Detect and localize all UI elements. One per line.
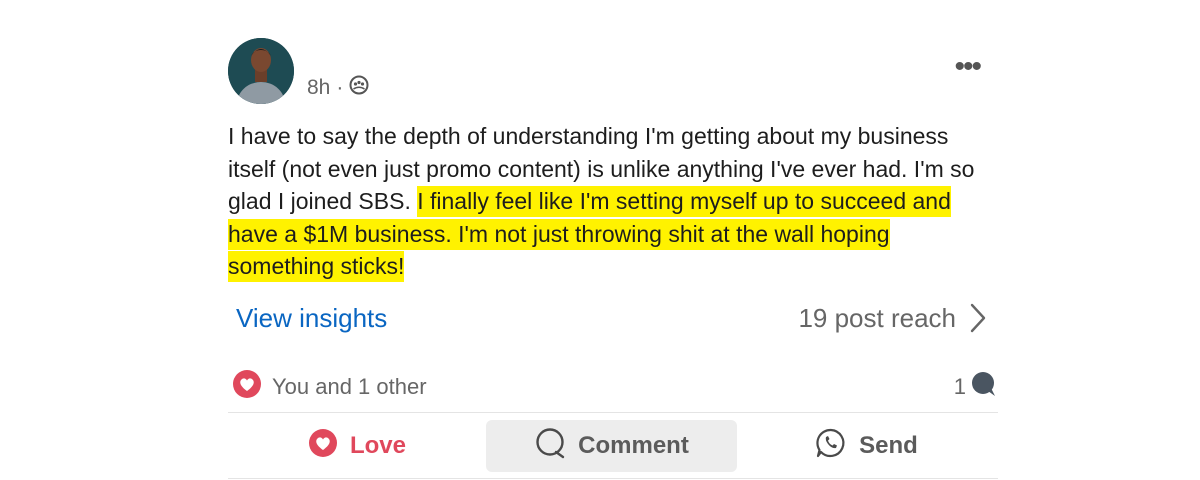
divider <box>228 412 998 413</box>
meta-separator: · <box>336 76 344 99</box>
reactions-text: You and 1 other <box>272 374 427 399</box>
comments-count-value: 1 <box>953 374 966 399</box>
action-bar: Love Comment Send <box>228 420 998 472</box>
chevron-right-icon <box>970 303 986 333</box>
comments-count[interactable]: 1 <box>954 371 996 403</box>
post-card: 8h · ••• I have to say the depth of unde… <box>228 38 998 480</box>
heart-icon <box>232 369 262 405</box>
post-body: I have to say the depth of understanding… <box>228 120 998 283</box>
post-reach-button[interactable]: 19 post reach <box>798 303 986 334</box>
group-icon <box>349 75 369 101</box>
avatar-image <box>228 38 294 104</box>
insights-row: View insights 19 post reach <box>236 300 986 336</box>
whatsapp-send-icon <box>815 427 847 466</box>
reactions-summary[interactable]: You and 1 other <box>232 369 427 405</box>
view-insights-link[interactable]: View insights <box>236 303 387 334</box>
social-counts-row: You and 1 other 1 <box>232 369 996 405</box>
more-options-icon[interactable]: ••• <box>954 52 981 82</box>
comment-bubble-icon <box>970 371 996 403</box>
post-reach-label: 19 post reach <box>798 302 956 333</box>
love-label: Love <box>349 432 406 459</box>
avatar[interactable] <box>228 38 294 104</box>
send-label: Send <box>859 432 918 459</box>
send-button[interactable]: Send <box>737 420 996 472</box>
comment-label: Comment <box>578 432 689 459</box>
heart-icon <box>308 428 338 465</box>
bottom-divider <box>228 478 998 479</box>
comment-icon <box>534 427 566 466</box>
love-button[interactable]: Love <box>228 420 486 472</box>
post-time: 8h <box>307 76 331 99</box>
comment-button[interactable]: Comment <box>486 420 737 472</box>
post-meta: 8h · <box>307 75 369 101</box>
